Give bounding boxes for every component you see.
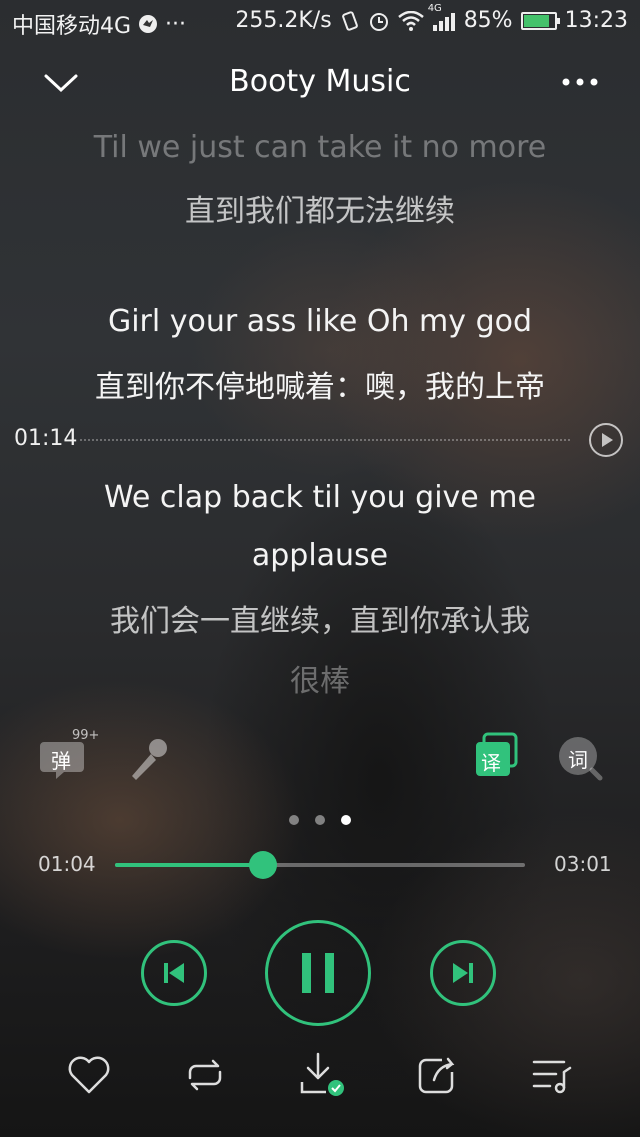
page-dot bbox=[315, 815, 325, 825]
previous-icon bbox=[164, 963, 184, 983]
lyric-tools: 弹 99+ 译 词 bbox=[0, 728, 640, 790]
danmu-count-badge: 99+ bbox=[72, 728, 100, 743]
lyric-line: applause bbox=[251, 538, 389, 573]
wifi-icon bbox=[397, 10, 424, 31]
lyric-line: 我们会一直继续，直到你承认我 bbox=[110, 604, 530, 639]
battery-percent: 85% bbox=[463, 8, 513, 33]
lyric-line: 直到我们都无法继续 bbox=[185, 194, 455, 229]
song-title: Booty Music bbox=[229, 64, 411, 99]
translate-button[interactable]: 译 bbox=[470, 730, 530, 790]
playback-progress[interactable]: 01:04 03:01 bbox=[0, 845, 640, 885]
share-icon[interactable] bbox=[412, 1050, 462, 1100]
app-notification-icon bbox=[137, 13, 159, 35]
danmu-button[interactable]: 弹 99+ bbox=[40, 728, 100, 790]
elapsed-time: 01:04 bbox=[38, 852, 96, 876]
lyrics-search-label: 词 bbox=[568, 748, 588, 772]
previous-button[interactable] bbox=[141, 940, 207, 1006]
total-time: 03:01 bbox=[554, 852, 612, 876]
alarm-icon bbox=[368, 10, 390, 32]
page-dot bbox=[289, 815, 299, 825]
network-speed: 255.2K/s bbox=[235, 8, 332, 33]
lyric-line: 直到你不停地喊着：噢，我的上帝 bbox=[95, 370, 545, 405]
progress-played bbox=[115, 863, 263, 867]
lyrics-search-button[interactable]: 词 bbox=[556, 730, 616, 790]
seek-time: 01:14 bbox=[14, 426, 78, 451]
lyric-seek-line[interactable]: 01:14 bbox=[0, 420, 640, 460]
lyric-line: Girl your ass like Oh my god bbox=[107, 304, 533, 339]
danmu-label: 弹 bbox=[51, 749, 71, 773]
repeat-mode-icon[interactable] bbox=[180, 1050, 230, 1100]
lyric-line: 很棒 bbox=[290, 664, 350, 699]
clock: 13:23 bbox=[564, 8, 628, 33]
next-button[interactable] bbox=[430, 940, 496, 1006]
lyric-line: We clap back til you give me bbox=[104, 480, 536, 515]
karaoke-mic-icon[interactable] bbox=[124, 730, 184, 790]
vibrate-icon bbox=[340, 10, 360, 32]
playback-controls bbox=[0, 918, 640, 1028]
more-options-icon[interactable] bbox=[560, 64, 600, 100]
next-icon bbox=[453, 963, 473, 983]
play-from-here-icon[interactable] bbox=[588, 422, 624, 458]
seek-guide-line bbox=[80, 439, 570, 441]
translate-label: 译 bbox=[481, 751, 501, 775]
battery-icon bbox=[520, 11, 560, 30]
signal-icon: 4G bbox=[428, 3, 456, 31]
lyric-line: Til we just can take it no more bbox=[93, 130, 547, 165]
downloaded-icon[interactable] bbox=[296, 1050, 346, 1100]
progress-knob[interactable] bbox=[248, 851, 277, 879]
page-dot bbox=[341, 815, 351, 825]
pause-button[interactable] bbox=[265, 920, 371, 1026]
player-header: Booty Music bbox=[0, 50, 640, 116]
favorite-heart-icon[interactable] bbox=[64, 1050, 114, 1100]
progress-track[interactable] bbox=[115, 851, 525, 879]
playlist-icon[interactable] bbox=[528, 1050, 578, 1100]
pause-icon bbox=[302, 953, 334, 993]
carrier-label: 中国移动4G bbox=[12, 14, 132, 39]
page-indicator bbox=[0, 815, 640, 825]
more-notifications-label: ··· bbox=[165, 11, 187, 37]
bottom-actions bbox=[0, 1050, 640, 1110]
network-type-label: 4G bbox=[427, 2, 442, 14]
status-bar: 中国移动4G ··· 255.2K/s 4G 85% 13:23 bbox=[0, 0, 640, 44]
